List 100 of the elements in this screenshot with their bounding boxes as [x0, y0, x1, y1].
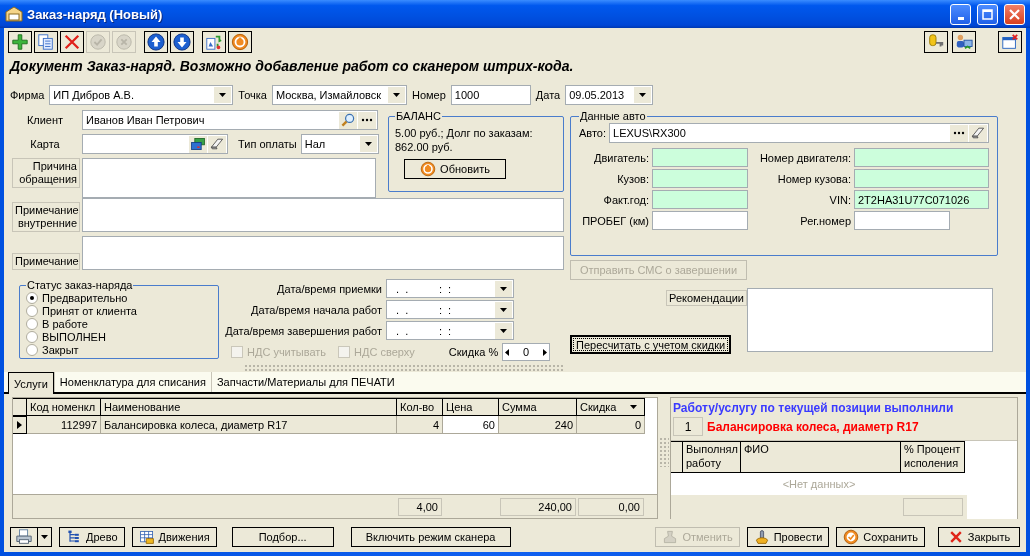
- maximize-button[interactable]: [977, 3, 998, 25]
- copy-icon: [37, 33, 55, 51]
- dropdown-button[interactable]: [634, 87, 652, 103]
- users-icon: [955, 33, 973, 51]
- column-header[interactable]: Код номенкл: [27, 398, 101, 416]
- field-label[interactable]: Примечание: [12, 253, 80, 270]
- field-label: Клиент: [25, 114, 65, 126]
- up-arrow-button[interactable]: [144, 31, 168, 53]
- column-header[interactable]: Выполнял работу: [683, 441, 741, 473]
- dropdown-button[interactable]: [214, 87, 232, 103]
- radio-button[interactable]: [26, 304, 38, 317]
- recommendations-field[interactable]: [747, 288, 993, 352]
- key-button[interactable]: [924, 31, 948, 53]
- copy-button[interactable]: [34, 31, 58, 53]
- minimize-button[interactable]: [950, 3, 971, 25]
- dropdown-button[interactable]: [387, 87, 405, 103]
- dropdown-button[interactable]: [495, 322, 512, 339]
- datetime-field[interactable]: . . : :: [386, 279, 514, 298]
- refresh-icon: [420, 161, 437, 177]
- item-name: Балансировка колеса, диаметр R17: [707, 419, 919, 434]
- text-field[interactable]: [854, 148, 989, 167]
- action-button[interactable]: Включить режим сканера: [350, 527, 511, 547]
- datetime-field[interactable]: . . : :: [386, 321, 514, 340]
- radio-button[interactable]: [26, 343, 38, 356]
- pin-icon: [753, 529, 770, 545]
- eraser-icon: [209, 136, 225, 152]
- field-label[interactable]: Причина обращения: [12, 158, 80, 188]
- action-button[interactable]: Древо: [59, 527, 125, 547]
- action-button[interactable]: Закрыть: [938, 527, 1020, 547]
- combo-box[interactable]: Нал: [300, 134, 379, 154]
- field-label: Фирма: [10, 89, 45, 101]
- group-title: Статус заказ-наряда: [26, 279, 134, 291]
- combo-box[interactable]: Москва, Измайловск: [271, 85, 407, 105]
- recalculate-button[interactable]: Пересчитать с учетом скидки: [570, 335, 732, 354]
- client-field[interactable]: Иванов Иван Петрович: [82, 110, 378, 130]
- datetime-field[interactable]: . . : :: [386, 300, 514, 319]
- caret-icon: [219, 93, 227, 97]
- down-arrow-button[interactable]: [170, 31, 194, 53]
- splitter-handle[interactable]: [244, 364, 564, 372]
- close-button[interactable]: [1004, 3, 1025, 25]
- combo-box[interactable]: 09.05.2013: [565, 85, 654, 105]
- tab[interactable]: Запчасти/Материалы для ПЕЧАТИ: [210, 372, 400, 392]
- text-field[interactable]: [652, 148, 748, 167]
- column-header[interactable]: Кол-во: [397, 398, 443, 416]
- reason-field[interactable]: [82, 158, 376, 198]
- column-header[interactable]: Наименование: [101, 398, 397, 416]
- column-header[interactable]: % Процент исполения: [901, 441, 965, 473]
- users-button[interactable]: [952, 31, 976, 53]
- position-number: 1: [673, 417, 703, 436]
- folder-icon: [5, 6, 23, 22]
- column-header[interactable]: Сумма: [499, 398, 577, 416]
- tree-icon: [66, 529, 82, 545]
- delete-button[interactable]: [60, 31, 84, 53]
- text-field[interactable]: [652, 211, 748, 230]
- note-field[interactable]: [82, 198, 564, 232]
- radio-button[interactable]: [26, 317, 38, 330]
- caret-icon: [500, 328, 507, 333]
- text-field[interactable]: [652, 190, 748, 209]
- tab[interactable]: Услуги: [8, 372, 54, 394]
- column-header[interactable]: ФИО: [741, 441, 901, 473]
- radio-button[interactable]: [26, 330, 38, 343]
- caret-icon: [639, 93, 647, 97]
- text-field[interactable]: [854, 169, 989, 188]
- splitter-handle[interactable]: [659, 437, 669, 467]
- group-title: БАЛАНС: [395, 110, 442, 122]
- field-label: Дата/время завершения работ: [224, 324, 382, 337]
- dropdown-button[interactable]: [38, 527, 52, 547]
- car-field[interactable]: LEXUS\RX300: [609, 123, 989, 143]
- note-field[interactable]: [82, 236, 564, 270]
- field-label: Карта: [29, 138, 61, 150]
- action-button[interactable]: Движения: [131, 527, 217, 547]
- field-label[interactable]: Примечание внутренние: [12, 202, 80, 232]
- text-field[interactable]: [652, 169, 748, 188]
- card-field[interactable]: [82, 134, 228, 154]
- dropdown-button[interactable]: [495, 301, 512, 318]
- text-field[interactable]: [854, 211, 950, 230]
- print-button[interactable]: [10, 527, 38, 547]
- plus-button[interactable]: [8, 31, 32, 53]
- close-window-button[interactable]: [998, 31, 1022, 53]
- eraser-icon: [970, 125, 986, 141]
- dropdown-button[interactable]: [495, 280, 512, 297]
- column-header[interactable]: Цена: [443, 398, 499, 416]
- discount-spinner[interactable]: 0: [502, 343, 551, 361]
- column-header[interactable]: Скидка: [577, 398, 645, 416]
- table-icon: [138, 529, 155, 545]
- action-button[interactable]: Подбор...: [231, 527, 334, 547]
- action-button[interactable]: Провести: [746, 527, 830, 547]
- radio-button[interactable]: [26, 291, 38, 304]
- field-label: Номер кузова:: [776, 172, 851, 185]
- dropdown-button[interactable]: [359, 136, 377, 152]
- swap-button[interactable]: [202, 31, 226, 53]
- refresh-button[interactable]: [228, 31, 252, 53]
- text-field[interactable]: 1000: [450, 85, 531, 105]
- table-cell: 60: [443, 416, 499, 434]
- combo-box[interactable]: ИП Дибров А.В.: [49, 85, 234, 105]
- tab[interactable]: Номенклатура для списания: [53, 372, 211, 392]
- action-button[interactable]: Сохранить: [836, 527, 925, 547]
- refresh-button[interactable]: Обновить: [404, 159, 506, 179]
- text-field[interactable]: 2T2HA31U77C071026: [854, 190, 989, 209]
- balance-text: 5.00 руб.; Долг по заказам: 862.00 руб.: [395, 126, 534, 154]
